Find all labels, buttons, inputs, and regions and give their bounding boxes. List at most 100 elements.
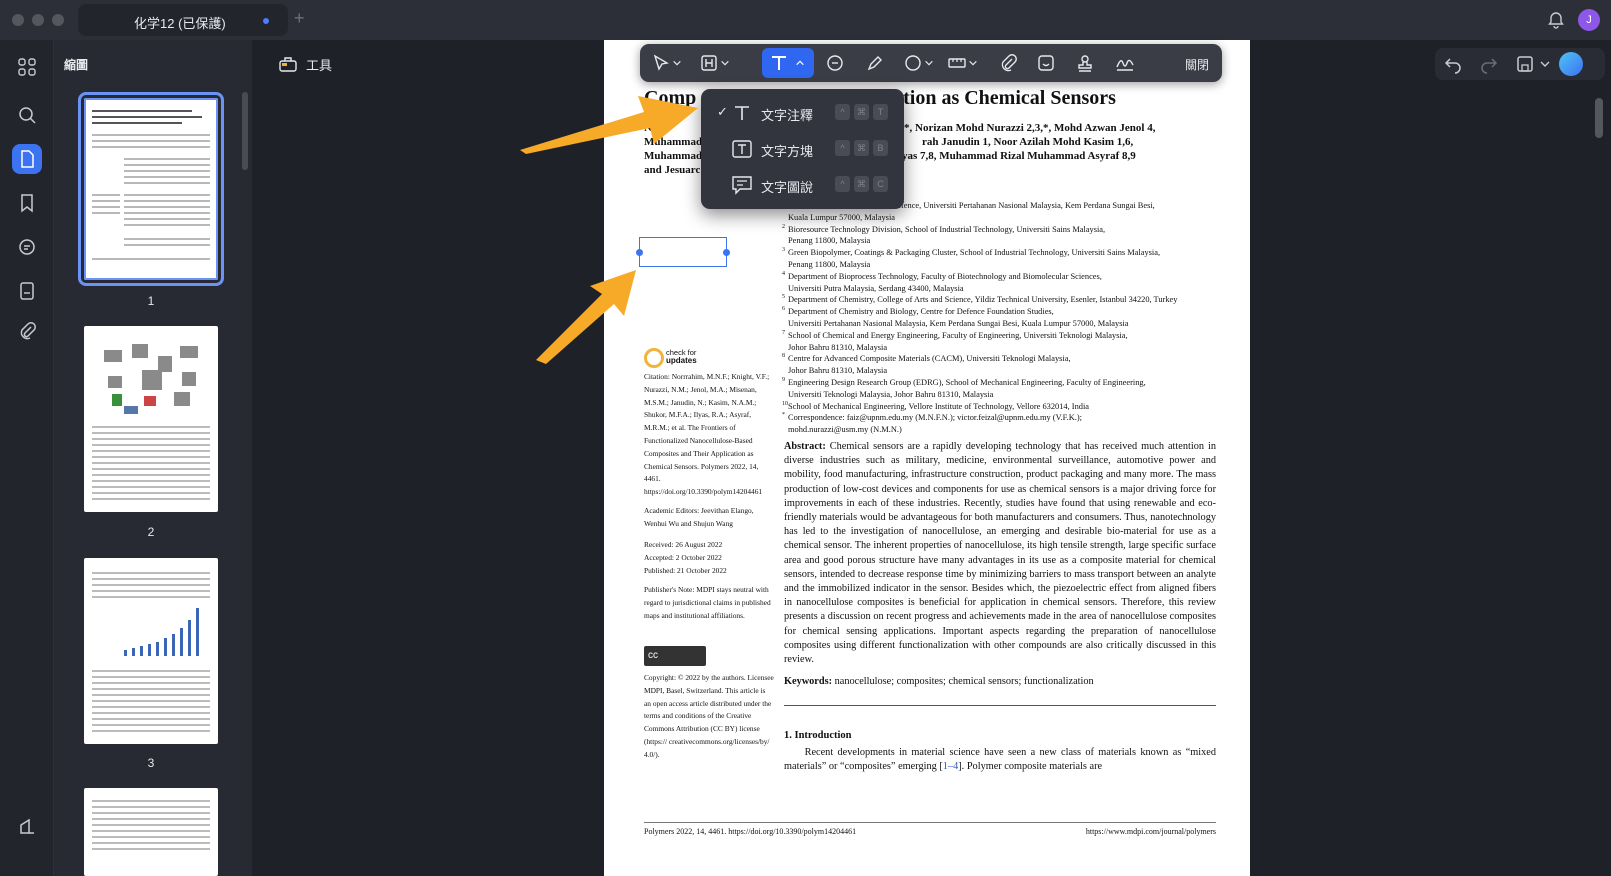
search-icon[interactable] — [12, 100, 42, 130]
bell-icon[interactable] — [1546, 10, 1566, 30]
unsaved-dot — [263, 18, 269, 24]
affiliation-line: Centre for Advanced Composite Materials … — [788, 354, 1071, 364]
shortcut-key: ^ — [835, 140, 850, 156]
affiliation-line: Universiti Teknologi Malaysia, Johor Bah… — [788, 389, 994, 399]
affiliation-number: 5 — [782, 294, 785, 301]
menu-item-label: 文字圖說 — [761, 181, 814, 196]
chevron-up-icon[interactable] — [790, 50, 810, 76]
ai-assistant-icon[interactable] — [1559, 52, 1583, 76]
tools-button[interactable]: 工具 — [266, 48, 344, 80]
signature-icon[interactable] — [1112, 50, 1138, 76]
footer-divider — [644, 822, 1216, 823]
arrow-pointer-icon — [520, 96, 698, 154]
save-icon[interactable] — [1515, 54, 1535, 74]
apps-icon[interactable] — [12, 52, 42, 82]
text-icon[interactable] — [766, 50, 792, 76]
affiliation-line: Johor Bahru 81310, Malaysia — [788, 366, 888, 376]
maximize-window-button[interactable] — [52, 14, 64, 26]
menu-item-text-note[interactable]: ✓ 文字注釋 ^ ⌘ T — [701, 95, 904, 131]
shortcut-key: B — [873, 140, 888, 156]
academic-editors: Academic Editors: Jeevithan Elango, Wenh… — [644, 506, 754, 528]
document-scrollbar[interactable] — [1595, 98, 1603, 138]
avatar[interactable]: J — [1578, 9, 1600, 31]
attachment-panel-icon[interactable] — [12, 316, 42, 346]
intro-text-b: ]. Polymer composite materials are — [958, 761, 1103, 772]
thumbnail-page-1[interactable] — [78, 92, 224, 286]
toolbox-icon — [279, 57, 297, 72]
chevron-down-icon[interactable] — [1539, 54, 1551, 74]
affiliation-line: Bioresource Technology Division, School … — [788, 224, 1106, 234]
affiliation-number: 7 — [782, 329, 785, 336]
document-tab[interactable]: 化学12 (已保護) — [78, 4, 288, 36]
close-window-button[interactable] — [12, 14, 24, 26]
form-icon[interactable] — [12, 276, 42, 306]
right-toolbar — [1435, 48, 1605, 80]
thumbnail-scrollbar[interactable] — [242, 92, 248, 170]
affiliation-line: Penang 11800, Malaysia — [788, 236, 871, 246]
keywords-text: nanocellulose; composites; chemical sens… — [834, 676, 1094, 687]
thumbnail-panel: 縮圖 1 2 3 — [54, 40, 252, 876]
received-date: Received: 26 August 2022 — [644, 540, 723, 549]
menu-item-callout[interactable]: 文字圖說 ^ ⌘ C — [701, 167, 904, 203]
affiliation-number: 4 — [782, 270, 785, 277]
chevron-down-icon[interactable] — [718, 50, 732, 76]
chevron-down-icon[interactable] — [922, 50, 936, 76]
affiliation-line: School of Chemical and Energy Engineerin… — [788, 330, 1128, 340]
resize-handle-left[interactable] — [636, 249, 643, 256]
undo-icon[interactable] — [1443, 54, 1463, 74]
thumbnail-page-2[interactable] — [84, 326, 218, 512]
shortcut-key: T — [873, 104, 888, 120]
check-icon: ✓ — [717, 104, 728, 119]
published-date: Published: 21 October 2022 — [644, 566, 727, 575]
footer-left: Polymers 2022, 14, 4461. https://doi.org… — [644, 827, 857, 836]
affiliation-line: Department of Chemistry, College of Arts… — [788, 295, 1178, 305]
affiliation-number: 8 — [782, 353, 785, 360]
thumbnail-page-4[interactable] — [84, 788, 218, 876]
shortcut-key: ⌘ — [854, 140, 869, 156]
left-rail — [0, 40, 54, 876]
tab-title: 化学12 (已保護) — [134, 16, 226, 31]
comments-icon[interactable] — [12, 232, 42, 262]
resize-handle-right[interactable] — [723, 249, 730, 256]
thumbnail-page-number: 1 — [147, 294, 155, 308]
divider — [784, 705, 1216, 706]
new-tab-button[interactable]: + — [294, 8, 305, 29]
affiliation-number: 9 — [782, 377, 785, 383]
shortcut-key: ^ — [835, 104, 850, 120]
text-annotation-box[interactable] — [636, 237, 730, 267]
text-icon — [735, 106, 749, 120]
pen-icon[interactable] — [862, 50, 888, 76]
thumbnails-icon[interactable] — [12, 144, 42, 174]
chevron-down-icon[interactable] — [670, 50, 684, 76]
intro-ref-link[interactable]: 1–4 — [943, 761, 958, 772]
thumbnail-page-number: 3 — [147, 756, 155, 770]
footer-right: https://www.mdpi.com/journal/polymers — [1085, 827, 1216, 836]
abstract-text: Chemical sensors are a rapidly developin… — [784, 441, 1216, 666]
title-right: cation as Chemical Sensors — [884, 87, 1116, 109]
close-toolbar-button[interactable]: 關閉 — [1185, 56, 1209, 73]
callout-icon — [732, 176, 752, 195]
bookmark-icon[interactable] — [12, 188, 42, 218]
redo-icon[interactable] — [1479, 54, 1499, 74]
introduction-heading: 1. Introduction — [784, 730, 852, 741]
authors-right-2: rah Janudin 1, Noor Azilah Mohd Kasim 1,… — [922, 136, 1134, 148]
affiliation-line: Green Biopolymer, Coatings & Packaging C… — [788, 248, 1161, 258]
check-updates-icon[interactable] — [644, 348, 664, 368]
menu-item-text-box[interactable]: 文字方塊 ^ ⌘ B — [701, 131, 904, 167]
minimize-window-button[interactable] — [32, 14, 44, 26]
sidebar-toggle-icon[interactable] — [12, 812, 42, 842]
comment-icon[interactable] — [822, 50, 848, 76]
attachment-icon[interactable] — [995, 50, 1021, 76]
sticker-icon[interactable] — [1033, 50, 1059, 76]
thumbnail-page-3[interactable] — [84, 558, 218, 744]
affiliation-line: Department of Chemistry and Biology, Cen… — [788, 307, 1054, 317]
copyright-text: Copyright: © 2022 by the authors. Licens… — [644, 673, 774, 759]
publisher-note: Publisher's Note: MDPI stays neutral wit… — [644, 585, 771, 620]
cc-label: cc — [648, 650, 658, 661]
shortcut-key: ⌘ — [854, 176, 869, 192]
citation-text: Citation: Norrrahim, M.N.F.; Knight, V.F… — [644, 372, 770, 497]
stamp-icon[interactable] — [1072, 50, 1098, 76]
chevron-down-icon[interactable] — [966, 50, 980, 76]
affiliation-line: Universiti Pertahanan Nasional Malaysia,… — [788, 319, 1129, 328]
thumbnail-page-number: 2 — [147, 525, 155, 539]
